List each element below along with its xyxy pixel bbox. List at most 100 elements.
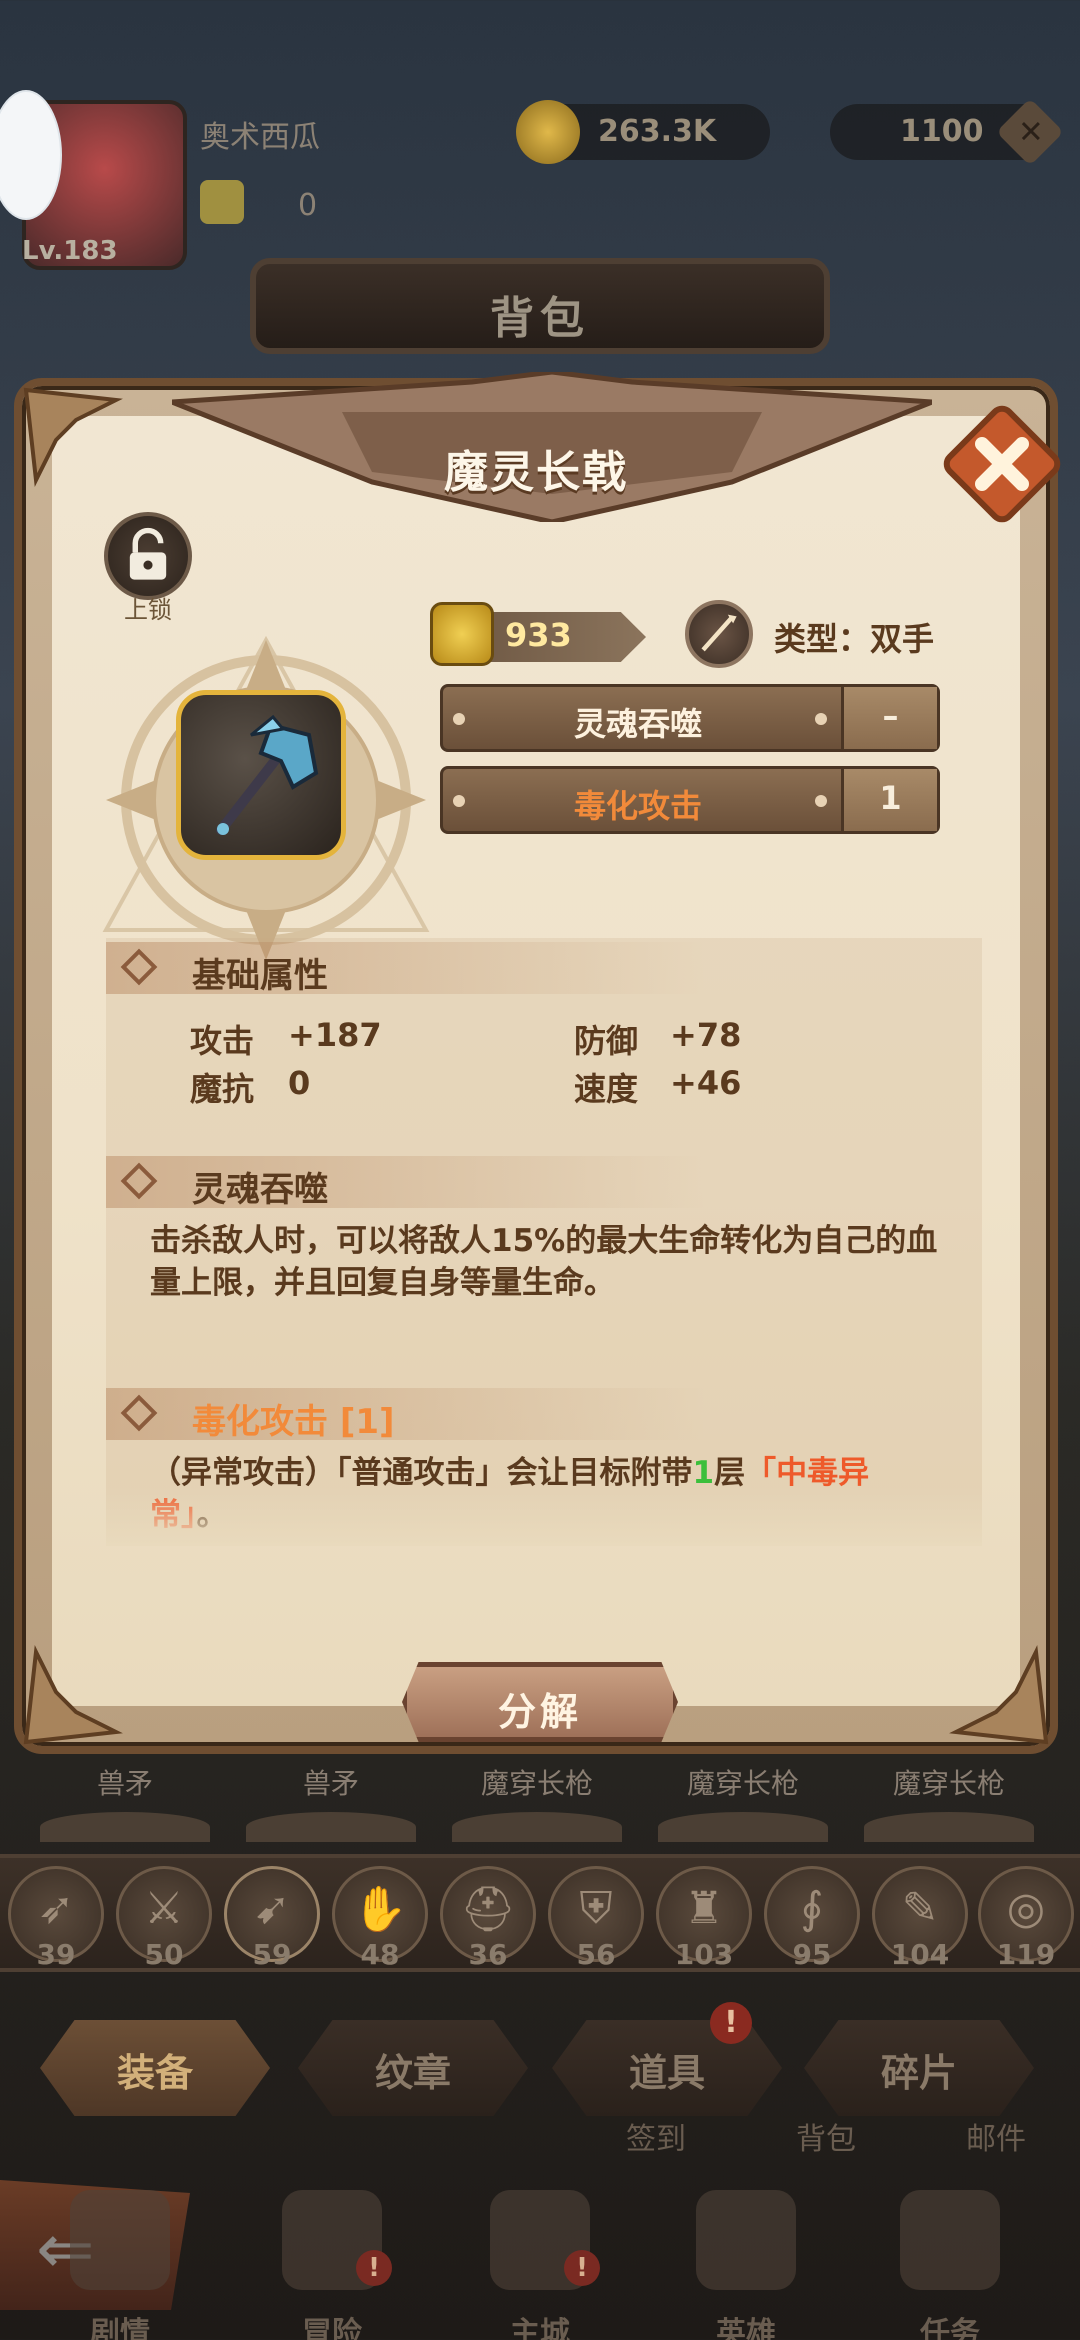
category-count: 56 [576,1938,616,1971]
bow-icon: ➶ [37,1883,75,1934]
category-count: 48 [360,1938,400,1971]
category-orb[interactable]: ◎ 119 [978,1866,1074,1971]
gear-slot[interactable] [40,1812,210,1842]
category-book[interactable]: ✎ 104 [872,1866,968,1971]
category-staff[interactable]: ∮ 95 [764,1866,860,1971]
category-count: 104 [890,1938,950,1971]
decompose-button[interactable]: 分解 [402,1662,678,1742]
backpack-title: 背包 [490,293,590,344]
top-hud: Lv.183 奥术西瓜 0 263.3K 1100 + [0,90,1080,280]
category-count: 39 [36,1938,76,1971]
armor-icon: ♜ [684,1883,724,1934]
defense-value: +78 [670,1016,742,1054]
gem-counter[interactable]: 1100 + [830,98,1064,166]
mail-label[interactable]: 邮件 [966,2114,1026,2158]
section-title: 灵魂吞噬 [192,1170,328,1210]
category-armor[interactable]: ♜ 103 [656,1866,752,1971]
gear-name: 兽矛 [96,1767,153,1800]
skill-level: 1 [879,779,902,817]
soul-devour-description: 击杀敌人时，可以将敌人15%的最大生命转化为自己的血量上限，并且回复自身等量生命… [150,1223,938,1301]
defense-label: 防御 [574,1022,639,1060]
helmet-icon [696,2190,796,2290]
skill-name: 毒化攻击 [573,787,702,825]
skill-level: – [882,697,899,735]
nav-label: 剧情 [90,2316,150,2340]
scroll-icon [900,2190,1000,2290]
category-count: 59 [252,1938,292,1971]
nav-adventure[interactable]: ! 冒险 [262,2190,402,2340]
attack-value: +187 [288,1016,382,1054]
category-count: 95 [792,1938,832,1971]
skill-bar-soul-devour[interactable]: 灵魂吞噬 – [440,684,940,752]
nav-label: 英雄 [716,2316,776,2340]
gear-slot[interactable] [658,1812,828,1842]
tab-fragments[interactable]: 碎片 [804,2020,1034,2116]
gold-counter[interactable]: 263.3K [516,100,770,164]
gold-coin-icon [516,100,580,164]
attack-label: 攻击 [190,1022,255,1060]
section-title: 基础属性 [192,956,328,996]
gear-name-row: 兽矛 兽矛 魔穿长枪 魔穿长枪 魔穿长枪 [0,1762,1080,1802]
category-claw[interactable]: ✋ 48 [332,1866,428,1971]
tab-label: 道具 [628,2051,705,2095]
book-icon: ✎ [901,1883,939,1934]
poison-attack-header: 毒化攻击 [1] [106,1388,706,1442]
nav-main-city[interactable]: ! 主城 [470,2190,610,2340]
claw-icon: ✋ [352,1884,408,1935]
items-alert-badge: ! [710,2002,752,2044]
skill-bar-poison-attack[interactable]: 毒化攻击 1 [440,766,940,834]
section-title: 毒化攻击 [1] [192,1402,395,1442]
nav-label: 主城 [510,2316,570,2340]
tab-label: 碎片 [880,2051,957,2095]
staff-icon: ∮ [800,1883,824,1934]
category-sword[interactable]: ⚔ 50 [116,1866,212,1971]
category-count: 50 [144,1938,184,1971]
lock-button[interactable] [104,512,192,600]
category-helmet[interactable]: ⛑ 36 [440,1866,536,1971]
nav-label: 冒险 [302,2316,362,2340]
weapon-slot [176,690,346,860]
player-name: 奥术西瓜 [200,120,320,155]
nav-heroes[interactable]: 英雄 [676,2190,816,2340]
gem-value: 1100 [900,114,984,149]
category-bow[interactable]: ➶ 39 [8,1866,104,1971]
tab-label: 纹章 [374,2051,451,2095]
gear-slot[interactable] [246,1812,416,1842]
skill-name: 灵魂吞噬 [573,705,702,743]
magic-res-label: 魔抗 [190,1070,255,1108]
backpack-title-plate: 背包 [250,258,830,354]
gear-slot[interactable] [452,1812,622,1842]
category-shield[interactable]: ⛨ 56 [548,1866,644,1971]
stamina-value: 0 [298,188,318,223]
lock-label: 上锁 [124,596,172,624]
sword-icon: ⚔ [144,1883,184,1934]
fist-power-icon [430,602,494,666]
close-icon[interactable] [938,400,1066,528]
nav-quests[interactable]: 任务 [880,2190,1020,2340]
bag-tab-bar: 装备 纹章 道具 碎片 [0,1986,1080,2156]
diamond-icon [120,1162,158,1200]
bag-label[interactable]: 背包 [796,2114,856,2158]
gear-name: 兽矛 [302,1767,359,1800]
speed-value: +46 [670,1064,742,1102]
gold-value: 263.3K [598,114,717,149]
spear-type-icon [685,600,753,668]
tab-label: 装备 [116,2051,193,2095]
story-icon [70,2190,170,2290]
decompose-label: 分解 [497,1690,582,1734]
category-spear[interactable]: ➹ 59 [224,1866,320,1971]
nav-story[interactable]: 剧情 [50,2190,190,2340]
tab-equipment[interactable]: 装备 [40,2020,270,2116]
player-level: Lv.183 [22,236,118,266]
bottom-nav: ⇐ 剧情 ! 冒险 ! 主城 英雄 任务 [0,2180,1080,2340]
equipment-category-bar: ➶ 39 ⚔ 50 ➹ 59 ✋ 48 ⛑ 36 ⛨ 56 ♜ 103 ∮ 95 ✎ 104 ◎ 1… [0,1854,1080,1972]
gear-name: 魔穿长枪 [480,1767,593,1800]
checkin-label[interactable]: 签到 [626,2114,686,2158]
gear-slot[interactable] [864,1812,1034,1842]
tab-emblem[interactable]: 纹章 [298,2020,528,2116]
gear-name: 魔穿长枪 [892,1767,1005,1800]
base-stats-header: 基础属性 [106,942,706,996]
add-gems-button[interactable]: + [996,98,1064,166]
halberd-icon [216,714,319,835]
magic-res-value: 0 [288,1064,311,1102]
